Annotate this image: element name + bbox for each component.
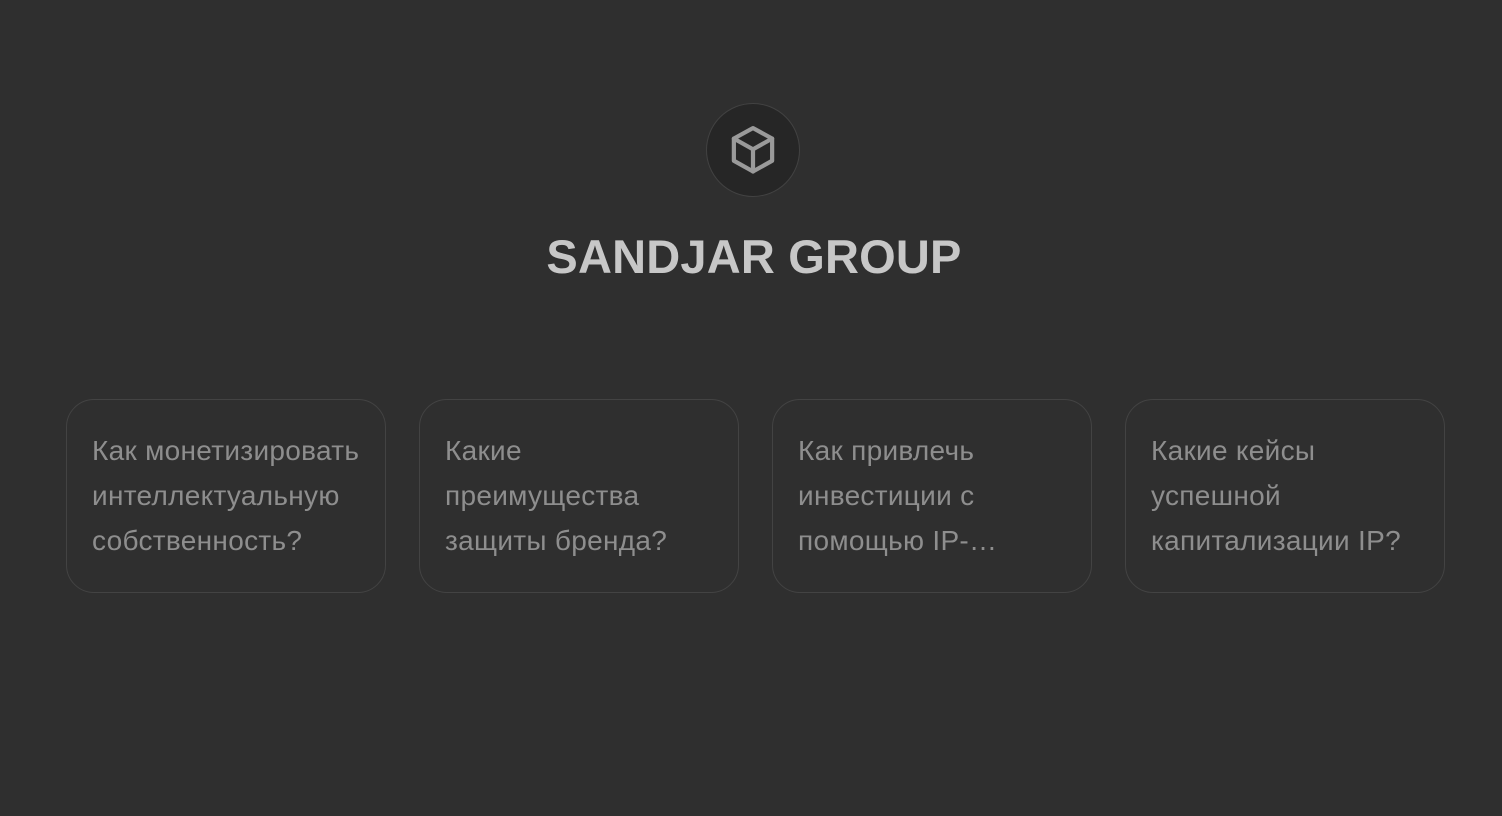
brand-title: SANDJAR GROUP xyxy=(546,230,962,283)
suggestion-card-capitalization-cases[interactable]: Какие кейсы успешной капитализации IP? xyxy=(1125,399,1445,593)
suggestion-text: Как привлечь инвестиции с помощью IP-акт… xyxy=(798,435,975,556)
suggestion-card-brand-protection[interactable]: Какие преимущества защиты бренда? xyxy=(419,399,739,593)
suggestion-text: Какие преимущества защиты бренда? xyxy=(445,435,668,556)
suggestion-text: Какие кейсы успешной капитализации IP? xyxy=(1151,435,1401,556)
suggestion-card-monetize-ip[interactable]: Как монетизировать интеллектуальную собс… xyxy=(66,399,386,593)
suggestion-text: Как монетизировать интеллектуальную собс… xyxy=(92,435,360,556)
suggestion-card-attract-investment[interactable]: Как привлечь инвестиции с помощью IP-акт… xyxy=(772,399,1092,593)
brand-logo xyxy=(706,103,800,197)
cube-icon xyxy=(731,125,775,174)
suggestion-list: Как монетизировать интеллектуальную собс… xyxy=(66,399,1445,593)
